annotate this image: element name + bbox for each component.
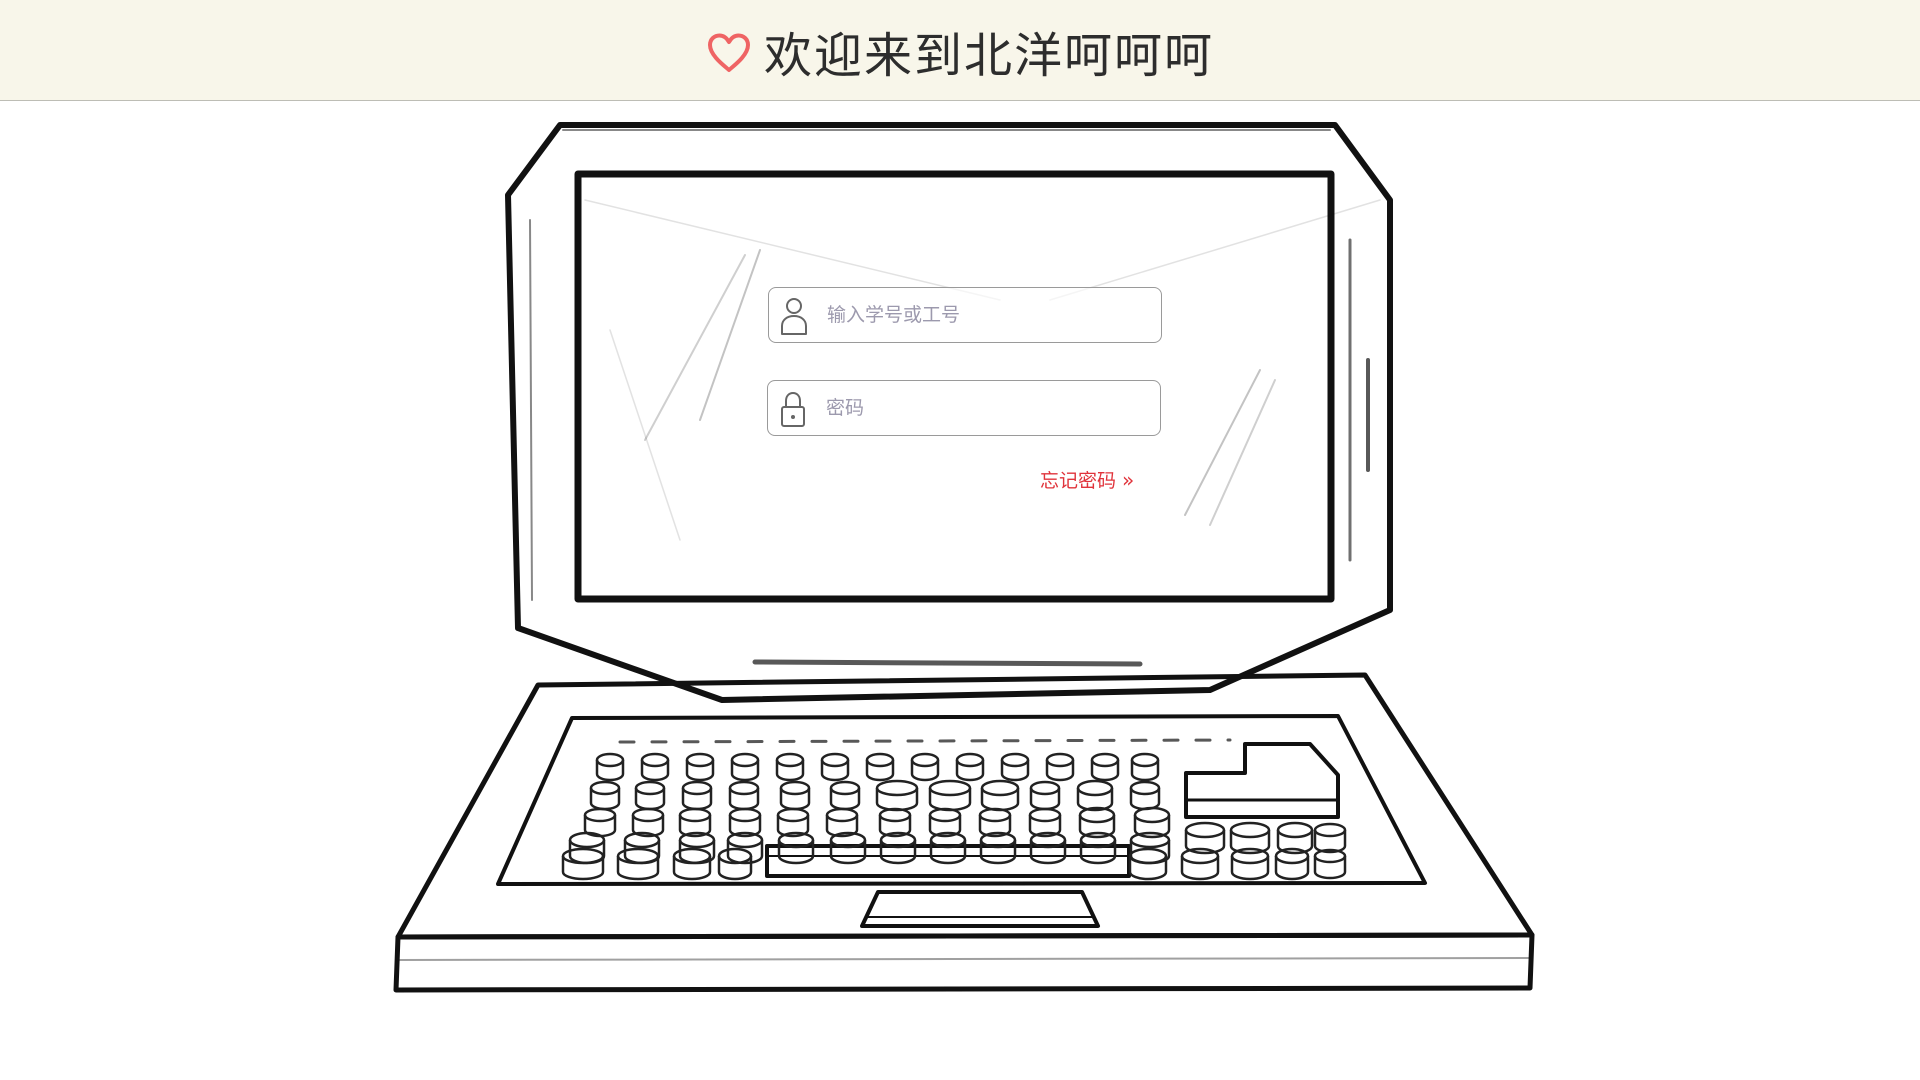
page-title: 欢迎来到北洋呵呵呵 [763,27,1214,84]
double-chevron-right-icon: » [1122,467,1135,492]
forgot-password-label: 忘记密码 [1040,470,1117,492]
laptop-illustration [393,122,1535,993]
username-field[interactable] [768,287,1162,343]
username-input[interactable] [827,288,1147,342]
password-field[interactable] [767,380,1161,436]
password-input[interactable] [826,381,1146,435]
header-bar: 欢迎来到北洋呵呵呵 [0,0,1920,101]
forgot-password-link[interactable]: 忘记密码 » [1040,466,1134,493]
header-content: 欢迎来到北洋呵呵呵 [0,0,1920,101]
lock-icon [781,391,805,427]
heart-icon [707,33,750,72]
user-icon [781,298,807,335]
